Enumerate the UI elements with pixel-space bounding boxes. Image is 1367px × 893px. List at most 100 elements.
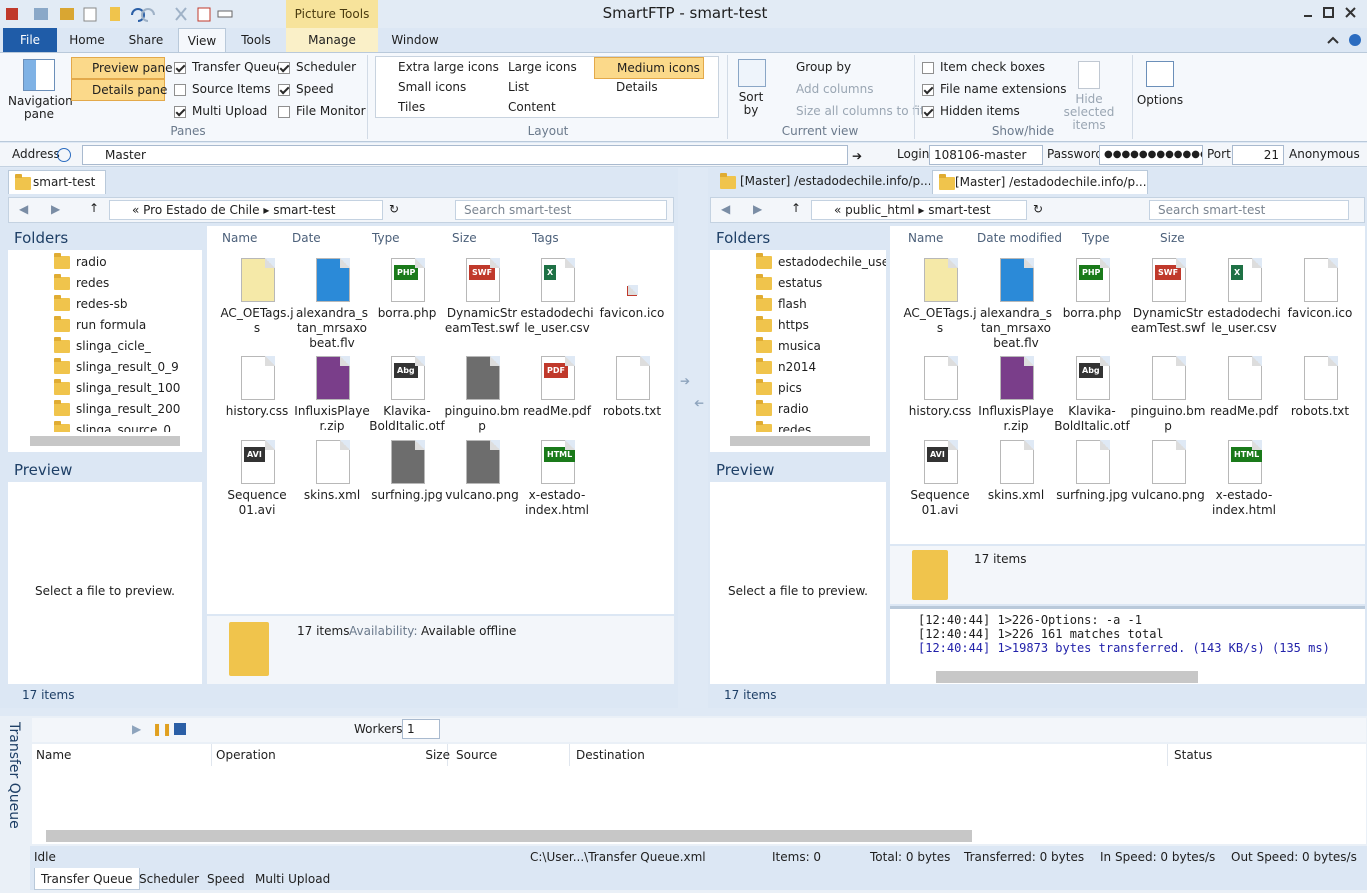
tab-window[interactable]: Window <box>386 28 444 52</box>
file-item[interactable]: PHP borra.php <box>369 256 445 321</box>
breadcrumb-part[interactable]: « public_html <box>834 203 915 217</box>
group-by-button[interactable]: Group by <box>778 57 851 77</box>
file-item[interactable]: Abg Klavika-BoldItalic.otf <box>1054 354 1130 434</box>
breadcrumb-part[interactable]: smart-test <box>273 203 335 217</box>
right-tab-1[interactable]: [Master] /estadodechile.info/p... <box>714 170 930 194</box>
hidden-items-checkbox[interactable] <box>922 105 934 118</box>
file-name-extensions-checkbox[interactable] <box>922 83 934 96</box>
file-item[interactable]: alexandra_stan_mrsaxobeat.flv <box>294 256 370 351</box>
file-item[interactable]: vulcano.png <box>444 438 520 503</box>
column-date-modified[interactable]: Date modified <box>977 226 1062 250</box>
tab-home[interactable]: Home <box>62 28 112 52</box>
source-items-toggle[interactable]: Source Items <box>174 79 271 99</box>
source-items-checkbox[interactable] <box>174 83 186 96</box>
tab-file[interactable]: File <box>3 28 57 52</box>
quick-access-toolbar[interactable] <box>4 5 244 23</box>
folder-item[interactable]: flash <box>710 294 886 315</box>
tab-scheduler[interactable]: Scheduler <box>133 868 205 890</box>
navigation-pane-button[interactable]: Navigation pane <box>8 59 73 125</box>
tab-speed[interactable]: Speed <box>201 868 251 890</box>
file-item[interactable]: robots.txt <box>594 354 670 419</box>
folder-item[interactable]: n2014 <box>710 357 886 378</box>
breadcrumb-part[interactable]: « Pro Estado de Chile <box>132 203 260 217</box>
left-search-input[interactable]: Search smart-test <box>455 200 667 220</box>
column-name[interactable]: Name <box>908 226 943 250</box>
file-item[interactable]: history.css <box>902 354 978 419</box>
back-icon[interactable]: ◀ <box>721 202 730 216</box>
folder-item[interactable]: musica <box>710 336 886 357</box>
queue-col-size[interactable]: Size <box>412 744 450 766</box>
column-size[interactable]: Size <box>1160 226 1185 250</box>
port-input[interactable]: 21 <box>1232 145 1284 165</box>
folder-item[interactable]: slinga_cicle_ <box>8 336 202 357</box>
file-item[interactable]: PHP borra.php <box>1054 256 1130 321</box>
download-arrow-icon[interactable]: ➔ <box>680 392 704 414</box>
picture-tools-tab[interactable]: Picture Tools <box>286 0 378 28</box>
breadcrumb-part[interactable]: smart-test <box>928 203 990 217</box>
details-pane-button[interactable]: Details pane <box>71 79 167 101</box>
tab-transfer-queue[interactable]: Transfer Queue <box>34 868 140 890</box>
file-item[interactable]: Xestadodechile_user.csv <box>519 256 595 336</box>
folder-item[interactable]: estadodechile_user <box>710 252 886 273</box>
options-button[interactable]: Options <box>1136 61 1184 107</box>
folder-item[interactable]: radio <box>8 252 202 273</box>
workers-input[interactable]: 1 <box>402 719 440 739</box>
large-icons-option[interactable]: Large icons <box>490 57 577 77</box>
file-item[interactable]: InfluxisPlayer.zip <box>978 354 1054 434</box>
column-tags[interactable]: Tags <box>532 226 559 250</box>
file-item[interactable]: HTML x-estado-index.html <box>519 438 595 518</box>
scheduler-checkbox[interactable] <box>278 61 290 74</box>
file-item[interactable]: Abg Klavika-BoldItalic.otf <box>369 354 445 434</box>
file-item[interactable]: InfluxisPlayer.zip <box>294 354 370 434</box>
sort-by-button[interactable]: Sort by <box>734 59 770 121</box>
file-item[interactable]: pinguino.bmp <box>444 354 520 434</box>
folder-item[interactable]: redes <box>710 420 886 432</box>
file-item[interactable]: surfning.jpg <box>1054 438 1130 503</box>
folder-item[interactable]: slinga_result_0_9 <box>8 357 202 378</box>
file-item[interactable]: AC_OETags.js <box>219 256 295 336</box>
left-breadcrumb[interactable]: « Pro Estado de Chile ▸ smart-test <box>109 200 383 220</box>
item-check-boxes-checkbox[interactable] <box>922 61 934 74</box>
folder-item[interactable]: run formula <box>8 315 202 336</box>
folder-item[interactable]: slinga_result_200 <box>8 399 202 420</box>
file-item[interactable]: favicon.ico <box>1282 256 1358 321</box>
file-item[interactable]: SWF DynamicStreamTest.swf <box>1130 256 1206 336</box>
tab-manage[interactable]: Manage <box>286 28 378 52</box>
address-input[interactable]: Master <box>82 145 848 165</box>
forward-icon[interactable]: ▶ <box>753 202 762 216</box>
extra-large-icons-option[interactable]: Extra large icons <box>380 57 499 77</box>
medium-icons-option[interactable]: Medium icons <box>594 57 704 79</box>
folders-hscrollbar[interactable] <box>30 436 180 446</box>
right-breadcrumb[interactable]: « public_html ▸ smart-test <box>811 200 1027 220</box>
queue-hscrollbar[interactable] <box>46 830 972 842</box>
file-item[interactable]: Xestadodechile_user.csv <box>1206 256 1282 336</box>
up-icon[interactable]: ↑ <box>791 201 801 215</box>
multi-upload-toggle[interactable]: Multi Upload <box>174 101 267 121</box>
pause-icon[interactable]: ❚❚ <box>152 722 172 736</box>
speed-checkbox[interactable] <box>278 83 290 96</box>
column-type[interactable]: Type <box>372 226 400 250</box>
file-item[interactable]: PDF readMe.pdf <box>519 354 595 419</box>
folder-item[interactable]: slinga_source_0 <box>8 420 202 432</box>
folder-item[interactable]: estatus <box>710 273 886 294</box>
scheduler-toggle[interactable]: Scheduler <box>278 57 356 77</box>
multi-upload-checkbox[interactable] <box>174 105 186 118</box>
refresh-icon[interactable]: ↻ <box>1033 202 1043 216</box>
column-type[interactable]: Type <box>1082 226 1110 250</box>
file-item[interactable]: pinguino.bmp <box>1130 354 1206 434</box>
refresh-icon[interactable]: ↻ <box>389 202 399 216</box>
up-icon[interactable]: ↑ <box>89 201 99 215</box>
tiles-option[interactable]: Tiles <box>380 97 425 117</box>
file-item[interactable]: skins.xml <box>294 438 370 503</box>
file-item[interactable]: vulcano.png <box>1130 438 1206 503</box>
content-option[interactable]: Content <box>490 97 556 117</box>
file-item[interactable]: readMe.pdf <box>1206 354 1282 419</box>
tab-view[interactable]: View <box>178 28 226 52</box>
transfer-queue-checkbox[interactable] <box>174 61 186 74</box>
play-icon[interactable]: ▶ <box>132 722 141 736</box>
file-item[interactable]: AVI Sequence 01.avi <box>902 438 978 518</box>
file-item[interactable]: AVI Sequence 01.avi <box>219 438 295 518</box>
tab-tools[interactable]: Tools <box>232 28 280 52</box>
item-check-boxes-toggle[interactable]: Item check boxes <box>922 57 1045 77</box>
forward-icon[interactable]: ▶ <box>51 202 60 216</box>
